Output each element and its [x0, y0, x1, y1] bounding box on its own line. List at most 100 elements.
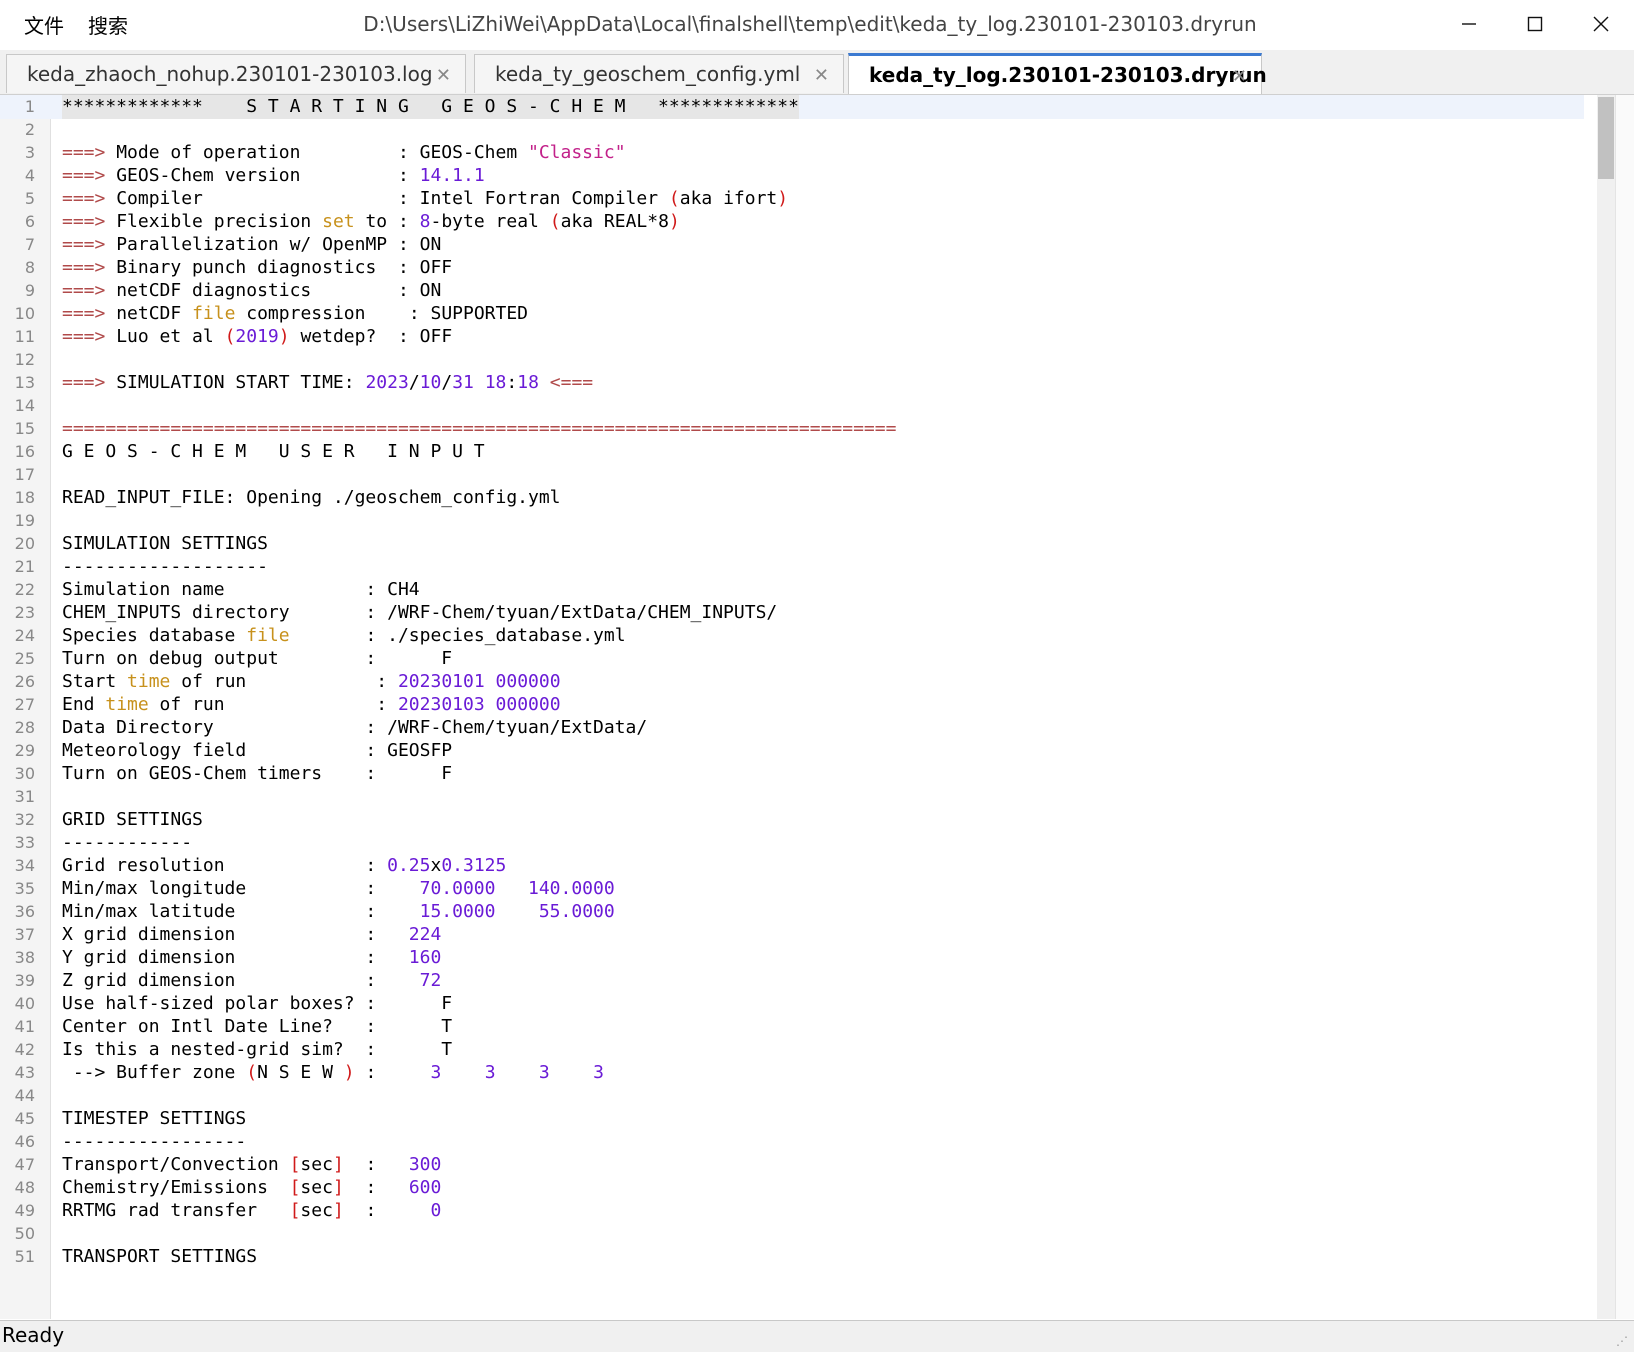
code-line[interactable]: 50	[0, 1222, 1584, 1246]
scrollbar-thumb[interactable]	[1598, 97, 1614, 179]
code-token: CHEM_INPUTS directory : /WRF-Chem/tyuan/…	[62, 602, 778, 623]
code-token: ------------	[62, 832, 193, 853]
menu-file[interactable]: 文件	[24, 10, 64, 39]
code-line[interactable]: 36 Min/max latitude : 15.0000 55.0000	[0, 900, 1584, 924]
code-line[interactable]: 21 -------------------	[0, 555, 1584, 579]
line-number: 41	[14, 1017, 35, 1036]
menu-search[interactable]: 搜索	[88, 10, 128, 39]
line-number: 3	[24, 143, 35, 162]
code-line[interactable]: 44	[0, 1084, 1584, 1108]
line-text: ------------	[62, 831, 192, 855]
code-token: Start	[62, 671, 128, 692]
code-token: <===	[549, 372, 594, 393]
code-line[interactable]: 3 ===> Mode of operation : GEOS-Chem "Cla…	[0, 141, 1584, 165]
code-line[interactable]: 20 SIMULATION SETTINGS	[0, 532, 1584, 556]
tab-geoschem-config[interactable]: keda_ty_geoschem_config.yml ✕	[474, 54, 844, 93]
code-line[interactable]: 11 ===> Luo et al (2019) wetdep? : OFF	[0, 325, 1584, 349]
code-line[interactable]: 34 Grid resolution : 0.25x0.3125	[0, 854, 1584, 878]
text-editor[interactable]: 1 ************* S T A R T I N G G E O S -…	[0, 95, 1634, 1319]
close-button[interactable]	[1568, 0, 1634, 48]
tab-close-icon[interactable]: ✕	[1232, 68, 1247, 86]
vertical-scrollbar[interactable]	[1597, 95, 1615, 1319]
code-line[interactable]: 28 Data Directory : /WRF-Chem/tyuan/ExtDa…	[0, 716, 1584, 740]
code-line[interactable]: 9 ===> netCDF diagnostics : ON	[0, 279, 1584, 303]
code-token: set	[322, 211, 355, 232]
code-line[interactable]: 42 Is this a nested-grid sim? : T	[0, 1038, 1584, 1062]
code-line[interactable]: 49 RRTMG rad transfer [sec] : 0	[0, 1199, 1584, 1223]
tab-close-icon[interactable]: ✕	[814, 67, 829, 85]
code-line[interactable]: 7 ===> Parallelization w/ OpenMP : ON	[0, 233, 1584, 257]
code-line[interactable]: 37 X grid dimension : 224	[0, 923, 1584, 947]
code-token: 000000	[495, 671, 561, 692]
code-line[interactable]: 47 Transport/Convection [sec] : 300	[0, 1153, 1584, 1177]
line-number: 49	[14, 1201, 35, 1220]
code-token: Parallelization w/ OpenMP : ON	[105, 234, 442, 255]
code-line[interactable]: 33 ------------	[0, 831, 1584, 855]
minimize-button[interactable]	[1436, 0, 1502, 48]
code-line[interactable]: 35 Min/max longitude : 70.0000 140.0000	[0, 877, 1584, 901]
code-line[interactable]: 16 G E O S - C H E M U S E R I N P U T	[0, 440, 1584, 464]
line-text: -----------------	[62, 1130, 246, 1154]
line-text: ************* S T A R T I N G G E O S - …	[62, 95, 799, 119]
code-token: (	[224, 326, 236, 347]
code-token: 224	[408, 924, 442, 945]
line-number: 25	[14, 649, 35, 668]
tab-close-icon[interactable]: ✕	[436, 67, 451, 85]
code-token: Compiler : Intel Fortran Compiler	[105, 188, 669, 209]
code-line[interactable]: 27 End time of run : 20230103 000000	[0, 693, 1584, 717]
line-text: Turn on GEOS-Chem timers : F	[62, 762, 452, 786]
code-token: --> Buffer zone	[62, 1062, 247, 1083]
resize-grip-icon[interactable]: ⋰	[1616, 1334, 1630, 1348]
code-token: file	[246, 625, 290, 646]
code-line[interactable]: 38 Y grid dimension : 160	[0, 946, 1584, 970]
code-token: ===>	[62, 211, 106, 232]
code-line[interactable]: 13 ===> SIMULATION START TIME: 2023/10/31…	[0, 371, 1584, 395]
code-line[interactable]: 19	[0, 509, 1584, 533]
line-text: ===> Flexible precision set to : 8-byte …	[62, 210, 680, 234]
code-line[interactable]: 31	[0, 785, 1584, 809]
code-line[interactable]: 25 Turn on debug output : F	[0, 647, 1584, 671]
tab-nohup-log[interactable]: keda_zhaoch_nohup.230101-230103.log ✕	[6, 54, 466, 93]
code-line[interactable]: 2	[0, 118, 1584, 142]
code-line[interactable]: 23 CHEM_INPUTS directory : /WRF-Chem/tyua…	[0, 601, 1584, 625]
code-line[interactable]: 18 READ_INPUT_FILE: Opening ./geoschem_co…	[0, 486, 1584, 510]
code-line[interactable]: 4 ===> GEOS-Chem version : 14.1.1	[0, 164, 1584, 188]
code-line[interactable]: 39 Z grid dimension : 72	[0, 969, 1584, 993]
code-line[interactable]: 8 ===> Binary punch diagnostics : OFF	[0, 256, 1584, 280]
code-line[interactable]: 48 Chemistry/Emissions [sec] : 600	[0, 1176, 1584, 1200]
code-token: (	[246, 1062, 258, 1083]
code-token: Meteorology field : GEOSFP	[62, 740, 453, 761]
tab-dryrun-log[interactable]: keda_ty_log.230101-230103.dryrun ✕	[848, 53, 1267, 94]
code-line[interactable]: 17	[0, 463, 1584, 487]
code-line[interactable]: 1 ************* S T A R T I N G G E O S -…	[0, 95, 1584, 119]
code-line[interactable]: 32 GRID SETTINGS	[0, 808, 1584, 832]
code-line[interactable]: 40 Use half-sized polar boxes? : F	[0, 992, 1584, 1016]
code-token: of run :	[148, 694, 398, 715]
code-line[interactable]: 10 ===> netCDF file compression : SUPPORT…	[0, 302, 1584, 326]
code-line[interactable]: 43 --> Buffer zone (N S E W ) : 3 3 3 3	[0, 1061, 1584, 1085]
code-line[interactable]: 26 Start time of run : 20230101 000000	[0, 670, 1584, 694]
line-number: 15	[14, 419, 35, 438]
code-token: ===>	[62, 234, 106, 255]
code-token: 000000	[495, 694, 561, 715]
code-token: Data Directory : /WRF-Chem/tyuan/ExtData…	[62, 717, 648, 738]
code-token: Mode of operation : GEOS-Chem	[105, 142, 528, 163]
code-token: -----------------	[62, 1131, 247, 1152]
code-line[interactable]: 22 Simulation name : CH4	[0, 578, 1584, 602]
code-line[interactable]: 12	[0, 348, 1584, 372]
code-line[interactable]: 6 ===> Flexible precision set to : 8-byte…	[0, 210, 1584, 234]
code-line[interactable]: 29 Meteorology field : GEOSFP	[0, 739, 1584, 763]
code-line[interactable]: 15 ======================================…	[0, 417, 1584, 441]
code-line[interactable]: 5 ===> Compiler : Intel Fortran Compiler …	[0, 187, 1584, 211]
code-line[interactable]: 14	[0, 394, 1584, 418]
code-line[interactable]: 24 Species database file : ./species_data…	[0, 624, 1584, 648]
code-line[interactable]: 46 -----------------	[0, 1130, 1584, 1154]
maximize-button[interactable]	[1502, 0, 1568, 48]
code-token: sec	[300, 1200, 333, 1221]
code-line[interactable]: 41 Center on Intl Date Line? : T	[0, 1015, 1584, 1039]
code-token: Species database	[62, 625, 247, 646]
code-line[interactable]: 45 TIMESTEP SETTINGS	[0, 1107, 1584, 1131]
code-line[interactable]: 30 Turn on GEOS-Chem timers : F	[0, 762, 1584, 786]
code-line[interactable]: 51 TRANSPORT SETTINGS	[0, 1245, 1584, 1269]
